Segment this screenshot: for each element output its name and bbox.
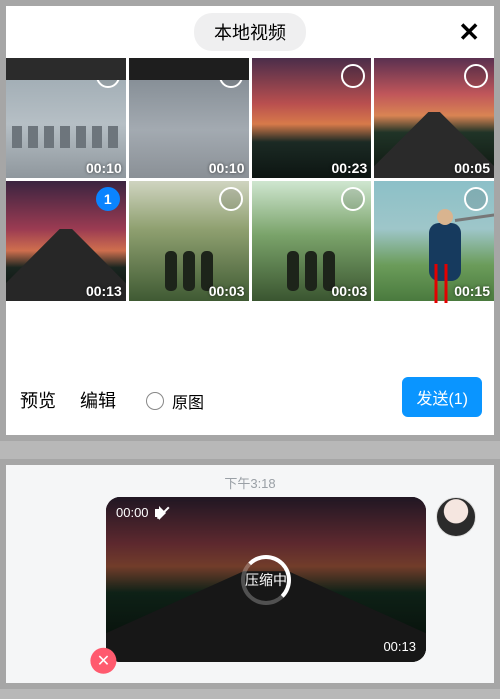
edit-button[interactable]: 编辑 [78,383,118,417]
close-icon[interactable]: ✕ [458,19,480,45]
source-chip[interactable]: 本地视频 [194,13,306,51]
select-circle[interactable]: 1 [96,187,120,211]
select-circle[interactable] [219,187,243,211]
picker-toolbar: 预览 编辑 原图 发送(1) [6,303,494,435]
original-label: 原图 [172,389,204,413]
chat-panel: 下午3:18 00:00 压缩中 00:13 ✕ [0,459,500,689]
send-fail-icon[interactable]: ✕ [90,648,116,674]
video-thumb[interactable]: 00:03 [129,181,249,301]
video-thumb[interactable]: 00:05 [374,58,494,178]
video-grid: 00:10 00:10 00:23 00:05 1 00:13 00:03 00:03 00:1… [6,58,494,303]
thumb-duration: 00:10 [209,160,245,176]
video-thumb[interactable]: 00:03 [252,181,372,301]
thumb-duration: 00:03 [209,283,245,299]
mute-icon [155,506,169,520]
video-duration: 00:13 [383,639,416,654]
preview-button[interactable]: 预览 [18,383,58,417]
video-thumb[interactable]: 00:23 [252,58,372,178]
thumb-duration: 00:03 [331,283,367,299]
video-message-bubble[interactable]: 00:00 压缩中 00:13 [106,497,426,662]
video-picker-panel: 本地视频 ✕ 00:1000:1000:2300:05100:1300:0300… [0,0,500,441]
select-circle[interactable] [96,64,120,88]
video-thumb[interactable]: 00:15 [374,181,494,301]
thumb-duration: 00:13 [86,283,122,299]
thumb-duration: 00:05 [454,160,490,176]
compress-status: 压缩中 [245,570,287,590]
thumb-duration: 00:23 [331,160,367,176]
select-circle[interactable] [464,187,488,211]
video-thumb[interactable]: 1 00:13 [6,181,126,301]
thumb-duration: 00:10 [86,160,122,176]
video-play-time: 00:00 [116,505,169,520]
message-bubble-wrap: 00:00 压缩中 00:13 ✕ [106,497,426,662]
video-thumb[interactable]: 00:10 [129,58,249,178]
select-circle[interactable] [219,64,243,88]
send-button[interactable]: 发送(1) [402,377,482,417]
original-checkbox[interactable]: 原图 [138,385,212,417]
avatar[interactable] [436,497,476,537]
picker-header: 本地视频 ✕ [6,6,494,58]
message-row: 00:00 压缩中 00:13 ✕ [106,497,476,662]
message-timestamp: 下午3:18 [6,465,494,492]
radio-empty-icon [146,392,164,410]
select-circle[interactable] [464,64,488,88]
thumb-duration: 00:15 [454,283,490,299]
video-thumb[interactable]: 00:10 [6,58,126,178]
